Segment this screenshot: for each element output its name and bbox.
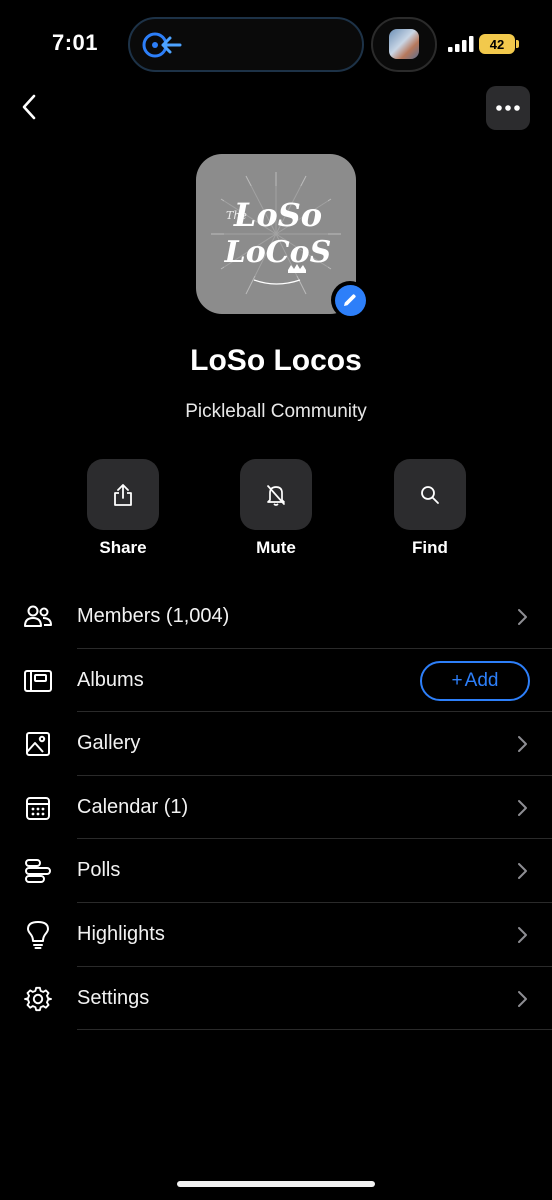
mute-label: Mute [256, 538, 296, 557]
menu-item-polls[interactable]: Polls [0, 839, 552, 903]
chevron-right-icon [518, 799, 527, 816]
cellular-signal-icon [448, 36, 474, 52]
menu-item-calendar[interactable]: Calendar (1) [0, 776, 552, 840]
mute-button[interactable] [240, 459, 312, 530]
chevron-right-icon [518, 736, 527, 753]
find-button[interactable] [394, 459, 466, 530]
gear-icon [22, 983, 54, 1015]
menu-item-gallery[interactable]: Gallery [0, 712, 552, 776]
gallery-icon [22, 728, 54, 760]
battery-level: 42 [489, 36, 505, 52]
group-subtitle: Pickleball Community [185, 401, 367, 422]
search-icon [421, 485, 439, 504]
menu-item-albums[interactable]: Albums + Add [0, 649, 552, 713]
live-activity-icon [142, 32, 182, 58]
home-indicator[interactable] [177, 1181, 375, 1187]
dynamic-island-media[interactable] [371, 17, 437, 72]
albums-label: Albums [77, 668, 144, 691]
add-album-button[interactable]: + Add [420, 660, 530, 701]
plus-icon: + [451, 669, 463, 691]
ellipsis-icon [496, 105, 520, 111]
battery-tip [516, 40, 519, 48]
menu-item-highlights[interactable]: Highlights [0, 903, 552, 967]
dynamic-island-activity[interactable] [128, 17, 364, 72]
chevron-right-icon [518, 926, 527, 943]
menu-item-settings[interactable]: Settings [0, 967, 552, 1031]
share-button[interactable] [87, 459, 159, 530]
find-action[interactable]: Find [394, 459, 466, 557]
share-action[interactable]: Share [87, 459, 159, 557]
battery-indicator: 42 [479, 34, 515, 54]
polls-label: Polls [77, 859, 121, 882]
chevron-right-icon [518, 609, 527, 625]
find-label: Find [412, 538, 448, 557]
group-name: LoSo Locos [190, 344, 362, 377]
divider [77, 1029, 552, 1031]
calendar-label: Calendar (1) [77, 795, 189, 818]
pencil-icon [344, 294, 356, 306]
chevron-left-icon [22, 94, 36, 120]
highlights-label: Highlights [77, 922, 165, 945]
more-options-button[interactable] [486, 86, 530, 130]
albums-icon [22, 665, 54, 697]
group-menu-list: Members (1,004) Albums + Add Gallery Cal… [0, 585, 552, 1031]
gallery-label: Gallery [77, 732, 141, 755]
share-icon [114, 483, 132, 506]
lightbulb-icon [22, 919, 54, 951]
svg-text:LoSo: LoSo [233, 196, 322, 234]
back-button[interactable] [14, 90, 44, 124]
add-album-label: Add [464, 669, 499, 691]
group-photo[interactable]: The LoSo LoCoS [196, 154, 356, 314]
members-icon [22, 601, 54, 633]
chevron-right-icon [518, 863, 527, 880]
svg-text:LoCoS: LoCoS [224, 235, 332, 270]
polls-icon [22, 855, 54, 887]
edit-photo-button[interactable] [331, 281, 369, 319]
share-label: Share [99, 538, 147, 557]
settings-label: Settings [77, 986, 150, 1009]
chevron-right-icon [518, 990, 527, 1007]
members-label: Members (1,004) [77, 605, 230, 627]
calendar-icon [22, 792, 54, 824]
status-time: 7:01 [52, 30, 99, 55]
menu-item-members[interactable]: Members (1,004) [0, 585, 552, 649]
bell-slash-icon [267, 484, 285, 506]
media-thumbnail [389, 29, 419, 59]
mute-action[interactable]: Mute [240, 459, 312, 557]
group-logo: The LoSo LoCoS [211, 172, 341, 295]
